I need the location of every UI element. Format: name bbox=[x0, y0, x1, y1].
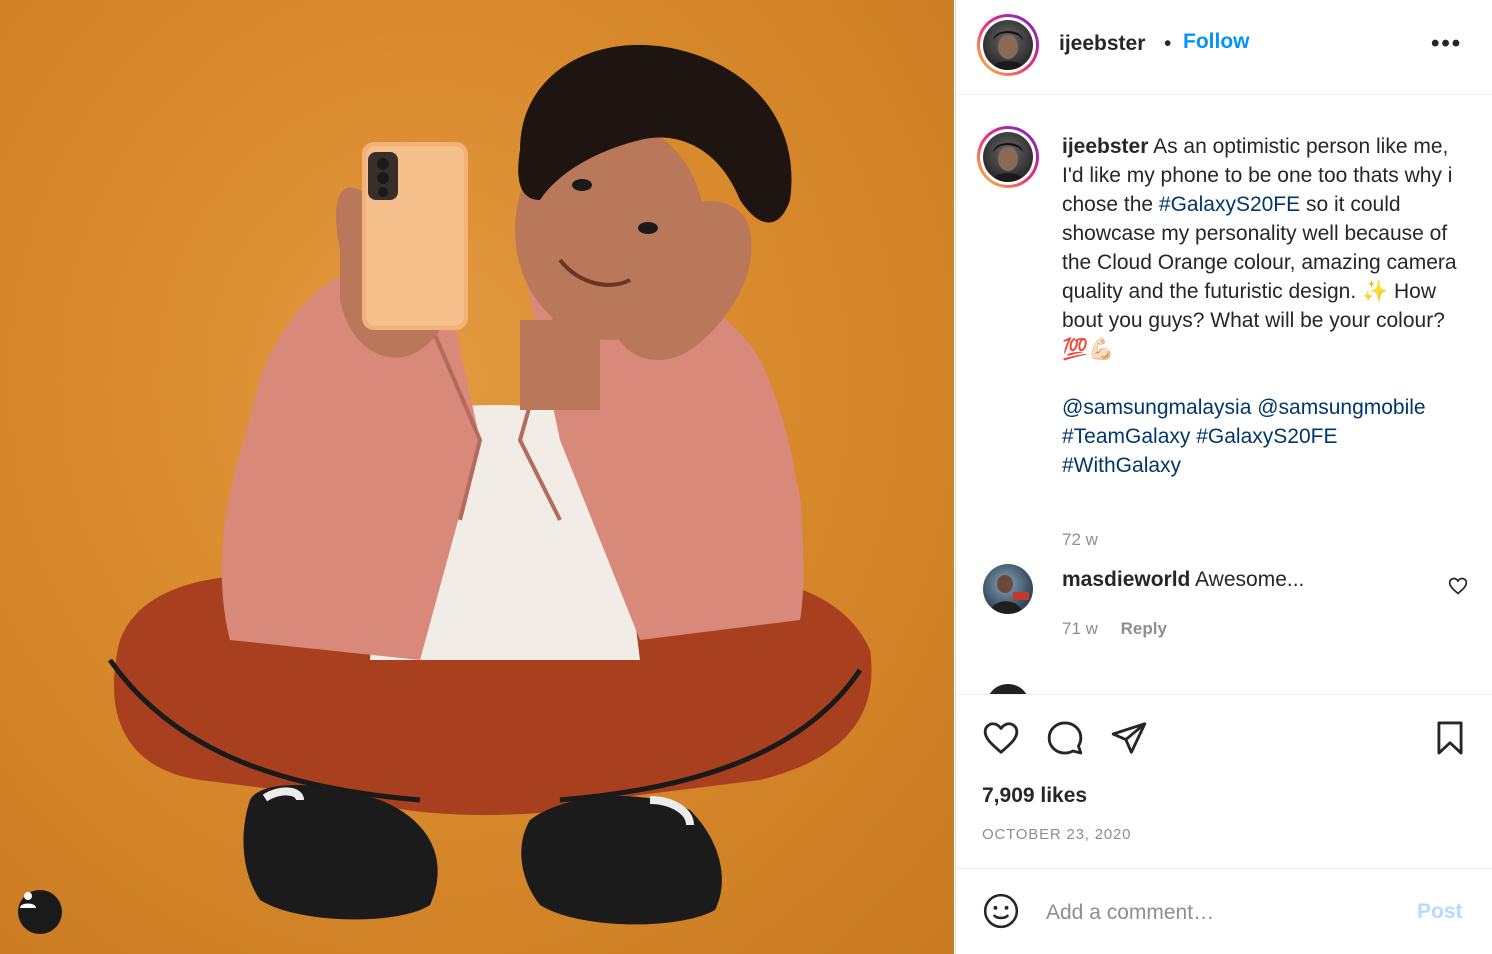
heart-icon bbox=[1448, 577, 1468, 595]
follow-button[interactable]: Follow bbox=[1183, 30, 1250, 54]
avatar-image bbox=[991, 31, 1025, 70]
caption-username[interactable]: ijeebster bbox=[1062, 135, 1148, 158]
comment-like-button[interactable] bbox=[1448, 576, 1468, 601]
heart-icon bbox=[983, 722, 1019, 754]
tag-user-button[interactable] bbox=[18, 890, 62, 934]
separator-dot: • bbox=[1164, 32, 1172, 55]
caption-mentions[interactable]: @samsungmalaysia @samsungmobile bbox=[1062, 396, 1426, 419]
commenter-username[interactable]: masdieworld bbox=[1062, 568, 1190, 591]
comment-timestamp[interactable]: 71 w bbox=[1062, 619, 1098, 638]
photo-illustration bbox=[107, 44, 872, 925]
comment-input[interactable] bbox=[1046, 896, 1386, 930]
comment-body: Awesome... bbox=[1190, 568, 1305, 591]
comment-meta: 71 w Reply bbox=[1062, 619, 1167, 639]
author-username[interactable]: ijeebster bbox=[1059, 32, 1145, 56]
user-tag-icon bbox=[20, 892, 36, 908]
save-button[interactable] bbox=[1431, 719, 1469, 762]
more-options-button[interactable]: ••• bbox=[1431, 30, 1462, 58]
post-comment-button[interactable]: Post bbox=[1417, 900, 1463, 924]
caption-hashtags-2[interactable]: #WithGalaxy bbox=[1062, 454, 1181, 477]
add-comment-bar: Post bbox=[956, 870, 1492, 954]
author-avatar[interactable] bbox=[977, 14, 1039, 76]
post-photo[interactable] bbox=[0, 0, 954, 954]
comment-bubble-icon bbox=[1047, 721, 1083, 755]
emoji-button[interactable] bbox=[982, 892, 1020, 935]
comment-button[interactable] bbox=[1046, 719, 1084, 762]
like-button[interactable] bbox=[982, 719, 1020, 762]
share-button[interactable] bbox=[1110, 719, 1148, 762]
commenter-avatar[interactable] bbox=[983, 564, 1033, 614]
post-date[interactable]: OCTOBER 23, 2020 bbox=[982, 826, 1131, 843]
reply-button[interactable]: Reply bbox=[1121, 619, 1167, 638]
bookmark-icon bbox=[1437, 721, 1463, 755]
likes-count[interactable]: 7,909 likes bbox=[982, 784, 1087, 808]
post-side-panel: ijeebster • Follow ••• ijeebster As an o… bbox=[955, 0, 1492, 954]
caption-hashtag[interactable]: #GalaxyS20FE bbox=[1159, 193, 1300, 216]
more-options-icon: ••• bbox=[1431, 30, 1463, 57]
caption-timestamp[interactable]: 72 w bbox=[1062, 530, 1098, 550]
comments-list[interactable]: ijeebster As an optimistic person like m… bbox=[956, 96, 1492, 694]
caption-body-2: so it could showcase my personality well… bbox=[1062, 193, 1463, 361]
post-actions: 7,909 likes OCTOBER 23, 2020 bbox=[956, 694, 1492, 869]
paper-plane-icon bbox=[1111, 722, 1147, 754]
smiley-icon bbox=[983, 893, 1019, 929]
avatar-image bbox=[991, 143, 1025, 182]
caption-text: ijeebster As an optimistic person like m… bbox=[1062, 132, 1472, 480]
comment-text: masdieworld Awesome... bbox=[1062, 568, 1304, 592]
post-header: ijeebster • Follow ••• bbox=[956, 0, 1492, 95]
comment-item: masdieworld Awesome... 71 w Reply bbox=[956, 562, 1492, 662]
next-comment-avatar[interactable] bbox=[986, 684, 1030, 694]
caption-hashtags[interactable]: #TeamGalaxy #GalaxyS20FE bbox=[1062, 425, 1337, 448]
avatar-image bbox=[989, 575, 1029, 614]
caption-author-avatar[interactable] bbox=[977, 126, 1039, 188]
